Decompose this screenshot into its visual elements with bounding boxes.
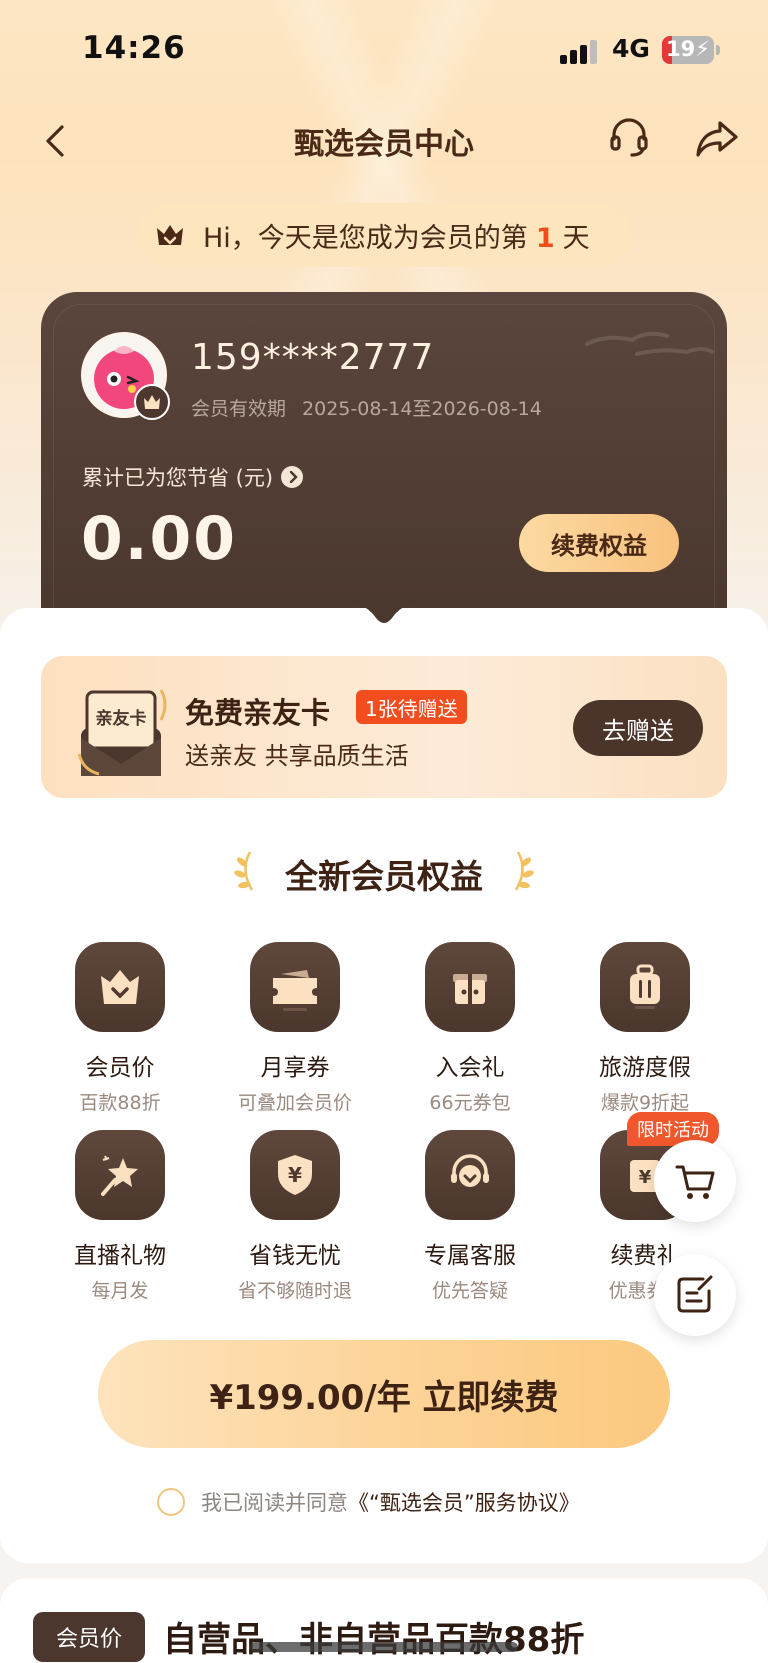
- customer-service-icon[interactable]: [605, 113, 653, 161]
- share-icon[interactable]: [693, 115, 741, 163]
- cart-button[interactable]: [654, 1140, 736, 1222]
- member-price-tag: 会员价: [33, 1612, 145, 1662]
- battery-level: 19⚡: [666, 37, 710, 61]
- laurel-right-icon: [514, 851, 534, 891]
- savings-amount: 0.00: [81, 504, 238, 574]
- validity: 会员有效期 2025-08-14至2026-08-14: [191, 394, 542, 421]
- edit-note-icon: [677, 1275, 713, 1313]
- validity-dates: 2025-08-14至2026-08-14: [302, 398, 542, 420]
- luggage-icon: [600, 942, 690, 1032]
- member-card: 159****2777 会员有效期 2025-08-14至2026-08-14 累…: [41, 292, 727, 622]
- friend-card-banner[interactable]: 亲友卡 免费亲友卡 1张待赠送 送亲友 共享品质生活 去赠送: [41, 656, 727, 798]
- greeting-pill: Hi，今天是您成为会员的第 1 天: [137, 203, 631, 267]
- home-indicator[interactable]: [250, 1642, 518, 1652]
- greeting-text: Hi，今天是您成为会员的第 1 天: [203, 222, 590, 254]
- benefit-travel[interactable]: 旅游度假 爆款9折起: [557, 942, 733, 1115]
- svg-text:亲友卡: 亲友卡: [96, 708, 147, 729]
- svg-text:¥: ¥: [639, 1167, 652, 1188]
- savings-label: 累计已为您节省 (元): [82, 466, 274, 490]
- support-agent-icon: [425, 1130, 515, 1220]
- validity-label: 会员有效期: [191, 398, 287, 420]
- benefit-money-back[interactable]: ¥ 省钱无忧 省不够随时退: [207, 1130, 383, 1303]
- envelope-icon: 亲友卡: [77, 689, 167, 776]
- benefits-title: 全新会员权益: [285, 857, 483, 896]
- network-type: 4G: [612, 34, 650, 63]
- benefit-live-gift[interactable]: 直播礼物 每月发: [32, 1130, 208, 1303]
- battery-icon: 19⚡: [662, 36, 714, 64]
- agreement-link[interactable]: 《“甄选会员”服务协议》: [348, 1487, 580, 1517]
- signal-icon: [560, 38, 600, 64]
- savings-link[interactable]: 累计已为您节省 (元): [82, 462, 304, 492]
- crown-icon: [157, 225, 183, 245]
- renew-benefits-button[interactable]: 续费权益: [519, 514, 679, 572]
- benefit-join-gift[interactable]: 入会礼 66元券包: [382, 942, 558, 1115]
- chevron-right-icon: [281, 466, 304, 488]
- cloud-decoration: [585, 331, 714, 356]
- magic-wand-icon: [75, 1130, 165, 1220]
- friend-card-title: 免费亲友卡: [185, 696, 331, 730]
- member-day-count: 1: [535, 222, 555, 254]
- status-time: 14:26: [82, 30, 186, 66]
- vip-badge-icon: [134, 384, 170, 420]
- yuan-shield-icon: ¥: [250, 1130, 340, 1220]
- benefit-member-price[interactable]: 会员价 百款88折: [32, 942, 208, 1115]
- edit-button[interactable]: [654, 1254, 736, 1336]
- card-notch: [334, 600, 434, 623]
- agreement-checkbox[interactable]: [157, 1488, 185, 1516]
- benefit-customer-service[interactable]: 专属客服 优先答疑: [382, 1130, 558, 1303]
- renew-now-button[interactable]: ¥199.00/年 立即续费: [98, 1340, 670, 1448]
- battery-cap: [716, 45, 720, 55]
- gift-icon: [425, 942, 515, 1032]
- benefit-monthly-coupon[interactable]: 月享券 可叠加会员价: [207, 942, 383, 1115]
- nav-bar: 甄选会员中心: [0, 105, 768, 177]
- member-price-title: 自营品、非自营品百款88折: [163, 1620, 585, 1660]
- friend-card-subtitle: 送亲友 共享品质生活: [185, 742, 409, 770]
- send-gift-button[interactable]: 去赠送: [573, 700, 703, 756]
- coupon-icon: [250, 942, 340, 1032]
- svg-text:¥: ¥: [288, 1163, 302, 1187]
- member-phone: 159****2777: [191, 337, 435, 378]
- friend-card-count-badge: 1张待赠送: [356, 690, 467, 724]
- agreement-row: 我已阅读并同意 《“甄选会员”服务协议》: [157, 1487, 580, 1517]
- status-bar: 14:26 4G 19⚡: [0, 0, 768, 100]
- crown-cup-icon: [75, 942, 165, 1032]
- agreement-text: 我已阅读并同意: [201, 1491, 348, 1515]
- cart-icon: [675, 1165, 715, 1199]
